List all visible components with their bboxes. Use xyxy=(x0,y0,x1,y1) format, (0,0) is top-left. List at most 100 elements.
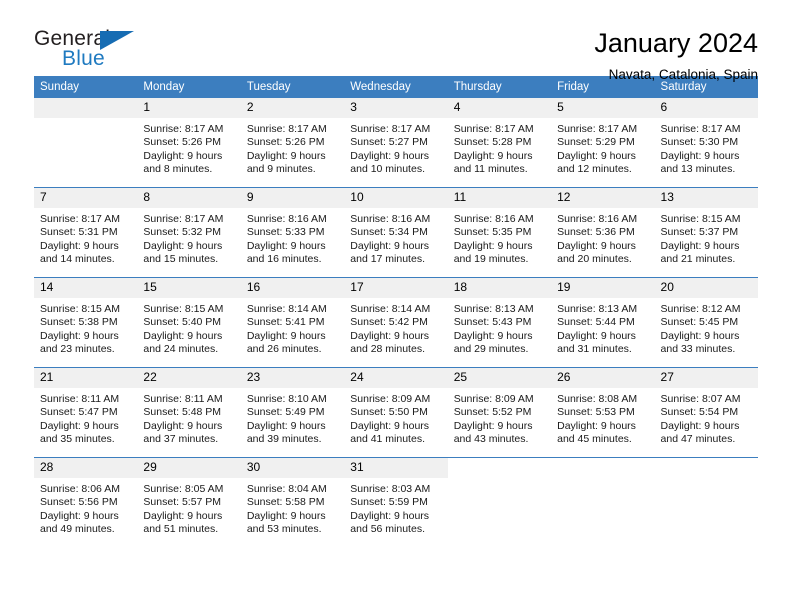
daylight-duration-line1: Daylight: 9 hours xyxy=(557,149,636,162)
daylight-duration-line2: and 53 minutes. xyxy=(246,523,322,536)
day-number: 17 xyxy=(344,278,448,298)
calendar-day-cell[interactable]: 24 Sunrise: 8:09 AM Sunset: 5:50 PM Dayligh… xyxy=(344,367,448,458)
day-number: 23 xyxy=(240,368,345,388)
sunrise-time: Sunrise: 8:06 AM xyxy=(40,483,120,495)
weekday-header-tuesday: Tuesday xyxy=(240,76,345,98)
calendar-day-cell[interactable]: 6 Sunrise: 8:17 AM Sunset: 5:30 PM Daylight… xyxy=(654,98,758,188)
calendar-day-cell[interactable]: 3 Sunrise: 8:17 AM Sunset: 5:27 PM Daylight… xyxy=(344,98,448,188)
daylight-duration-line2: and 10 minutes. xyxy=(350,163,425,176)
calendar-day-cell[interactable]: 14 Sunrise: 8:15 AM Sunset: 5:38 PM Dayligh… xyxy=(34,277,138,368)
day-number: 11 xyxy=(447,188,552,208)
calendar-day-cell[interactable]: 9 Sunrise: 8:16 AM Sunset: 5:33 PM Daylight… xyxy=(240,187,345,278)
day-cell-content: 15 Sunrise: 8:15 AM Sunset: 5:40 PM Dayligh… xyxy=(137,278,241,367)
calendar-day-cell[interactable]: 10 Sunrise: 8:16 AM Sunset: 5:34 PM Dayligh… xyxy=(344,187,448,278)
calendar-day-cell[interactable]: 27 Sunrise: 8:07 AM Sunset: 5:54 PM Dayligh… xyxy=(654,367,758,458)
day-number: 28 xyxy=(34,458,138,478)
day-number: 19 xyxy=(551,278,655,298)
daylight-duration-line2: and 33 minutes. xyxy=(660,343,736,356)
calendar-day-cell[interactable]: 4 Sunrise: 8:17 AM Sunset: 5:28 PM Daylight… xyxy=(447,98,552,188)
daylight-duration-line2: and 29 minutes. xyxy=(453,343,529,356)
calendar-day-cell[interactable]: 13 Sunrise: 8:15 AM Sunset: 5:37 PM Dayligh… xyxy=(654,187,758,278)
day-number: 8 xyxy=(137,188,241,208)
day-cell-content: 5 Sunrise: 8:17 AM Sunset: 5:29 PM Daylight… xyxy=(551,98,655,187)
day-sun-info: Sunrise: 8:17 AM Sunset: 5:27 PM Daylight:… xyxy=(344,118,447,177)
daylight-duration-line1: Daylight: 9 hours xyxy=(246,329,326,342)
day-sun-info: Sunrise: 8:17 AM Sunset: 5:29 PM Daylight:… xyxy=(551,118,654,177)
calendar-day-cell[interactable]: 7 Sunrise: 8:17 AM Sunset: 5:31 PM Daylight… xyxy=(34,187,138,278)
day-number: 24 xyxy=(344,368,448,388)
daylight-duration-line1: Daylight: 9 hours xyxy=(453,329,533,342)
calendar-day-cell[interactable]: 16 Sunrise: 8:14 AM Sunset: 5:41 PM Dayligh… xyxy=(240,277,345,368)
calendar-day-cell[interactable]: 23 Sunrise: 8:10 AM Sunset: 5:49 PM Dayligh… xyxy=(240,367,345,458)
sunrise-time: Sunrise: 8:13 AM xyxy=(453,303,534,315)
sunset-time: Sunset: 5:34 PM xyxy=(350,226,428,239)
calendar-day-cell[interactable]: 2 Sunrise: 8:17 AM Sunset: 5:26 PM Daylight… xyxy=(240,98,345,188)
calendar-day-cell[interactable]: 21 Sunrise: 8:11 AM Sunset: 5:47 PM Dayligh… xyxy=(34,367,138,458)
sunset-time: Sunset: 5:49 PM xyxy=(246,406,325,419)
day-number: 22 xyxy=(137,368,241,388)
calendar-day-cell[interactable]: 19 Sunrise: 8:13 AM Sunset: 5:44 PM Dayligh… xyxy=(551,277,655,368)
day-number: 16 xyxy=(240,278,345,298)
day-number: 20 xyxy=(654,278,758,298)
calendar-day-cell xyxy=(447,457,552,547)
calendar-day-cell[interactable]: 28 Sunrise: 8:06 AM Sunset: 5:56 PM Dayligh… xyxy=(34,457,138,547)
calendar-day-cell[interactable]: 29 Sunrise: 8:05 AM Sunset: 5:57 PM Dayligh… xyxy=(137,457,241,547)
calendar-day-cell[interactable]: 11 Sunrise: 8:16 AM Sunset: 5:35 PM Dayligh… xyxy=(447,187,552,278)
title-block: January 2024 Navata, Catalonia, Spain xyxy=(594,28,758,85)
calendar-day-cell[interactable]: 31 Sunrise: 8:03 AM Sunset: 5:59 PM Dayligh… xyxy=(344,457,448,547)
day-cell-content: 18 Sunrise: 8:13 AM Sunset: 5:43 PM Dayligh… xyxy=(447,278,552,367)
sunrise-time: Sunrise: 8:17 AM xyxy=(660,123,741,135)
calendar-day-cell[interactable]: 15 Sunrise: 8:15 AM Sunset: 5:40 PM Dayligh… xyxy=(137,277,241,368)
day-number: 31 xyxy=(344,458,448,478)
day-cell-content: 31 Sunrise: 8:03 AM Sunset: 5:59 PM Dayligh… xyxy=(344,458,448,547)
daylight-duration-line2: and 31 minutes. xyxy=(557,343,632,356)
daylight-duration-line2: and 56 minutes. xyxy=(350,523,425,536)
day-cell-content: 24 Sunrise: 8:09 AM Sunset: 5:50 PM Dayligh… xyxy=(344,368,448,457)
day-number: 13 xyxy=(654,188,758,208)
daylight-duration-line1: Daylight: 9 hours xyxy=(350,239,430,252)
calendar-day-cell[interactable]: 25 Sunrise: 8:09 AM Sunset: 5:52 PM Dayligh… xyxy=(447,367,552,458)
day-cell-content: 2 Sunrise: 8:17 AM Sunset: 5:26 PM Daylight… xyxy=(240,98,345,187)
calendar-day-cell[interactable]: 12 Sunrise: 8:16 AM Sunset: 5:36 PM Dayligh… xyxy=(551,187,655,278)
sunset-time: Sunset: 5:53 PM xyxy=(557,406,635,419)
day-cell-content xyxy=(551,458,654,547)
day-cell-content: 30 Sunrise: 8:04 AM Sunset: 5:58 PM Dayligh… xyxy=(240,458,345,547)
daylight-duration-line2: and 45 minutes. xyxy=(557,433,632,446)
calendar-day-cell[interactable]: 17 Sunrise: 8:14 AM Sunset: 5:42 PM Dayligh… xyxy=(344,277,448,368)
sunset-time: Sunset: 5:43 PM xyxy=(453,316,532,329)
sunset-time: Sunset: 5:30 PM xyxy=(660,136,739,149)
day-sun-info: Sunrise: 8:16 AM Sunset: 5:35 PM Daylight:… xyxy=(448,208,551,267)
daylight-duration-line1: Daylight: 9 hours xyxy=(660,149,740,162)
weekday-header-monday: Monday xyxy=(137,76,241,98)
daylight-duration-line2: and 21 minutes. xyxy=(660,253,736,266)
calendar-day-cell[interactable]: 30 Sunrise: 8:04 AM Sunset: 5:58 PM Dayligh… xyxy=(240,457,345,547)
daylight-duration-line1: Daylight: 9 hours xyxy=(143,239,223,252)
day-cell-content: 23 Sunrise: 8:10 AM Sunset: 5:49 PM Dayligh… xyxy=(240,368,345,457)
sunrise-time: Sunrise: 8:14 AM xyxy=(246,303,327,315)
sunrise-time: Sunrise: 8:14 AM xyxy=(350,303,431,315)
day-cell-content: 8 Sunrise: 8:17 AM Sunset: 5:32 PM Daylight… xyxy=(137,188,241,277)
day-cell-content xyxy=(655,458,758,547)
calendar-day-cell[interactable]: 20 Sunrise: 8:12 AM Sunset: 5:45 PM Dayligh… xyxy=(654,277,758,368)
day-sun-info: Sunrise: 8:13 AM Sunset: 5:44 PM Daylight:… xyxy=(551,298,654,357)
daylight-duration-line1: Daylight: 9 hours xyxy=(246,149,326,162)
sunrise-time: Sunrise: 8:17 AM xyxy=(350,123,431,135)
day-cell-content: 19 Sunrise: 8:13 AM Sunset: 5:44 PM Dayligh… xyxy=(551,278,655,367)
sunrise-time: Sunrise: 8:03 AM xyxy=(350,483,431,495)
calendar-day-cell[interactable]: 1 Sunrise: 8:17 AM Sunset: 5:26 PM Daylight… xyxy=(137,98,241,188)
daylight-duration-line1: Daylight: 9 hours xyxy=(246,419,326,432)
sunset-time: Sunset: 5:56 PM xyxy=(40,496,118,509)
day-number: 12 xyxy=(551,188,655,208)
daylight-duration-line2: and 37 minutes. xyxy=(143,433,219,446)
calendar-day-cell[interactable]: 18 Sunrise: 8:13 AM Sunset: 5:43 PM Dayligh… xyxy=(447,277,552,368)
sunset-time: Sunset: 5:38 PM xyxy=(40,316,118,329)
day-cell-content: 1 Sunrise: 8:17 AM Sunset: 5:26 PM Daylight… xyxy=(137,98,241,187)
calendar-day-cell[interactable]: 5 Sunrise: 8:17 AM Sunset: 5:29 PM Daylight… xyxy=(551,98,655,188)
sunset-time: Sunset: 5:35 PM xyxy=(453,226,532,239)
day-cell-content: 13 Sunrise: 8:15 AM Sunset: 5:37 PM Dayligh… xyxy=(654,188,758,277)
daylight-duration-line1: Daylight: 9 hours xyxy=(246,239,326,252)
calendar-day-cell[interactable]: 22 Sunrise: 8:11 AM Sunset: 5:48 PM Dayligh… xyxy=(137,367,241,458)
calendar-day-cell[interactable]: 8 Sunrise: 8:17 AM Sunset: 5:32 PM Daylight… xyxy=(137,187,241,278)
calendar-day-cell[interactable]: 26 Sunrise: 8:08 AM Sunset: 5:53 PM Dayligh… xyxy=(551,367,655,458)
sunrise-time: Sunrise: 8:07 AM xyxy=(660,393,741,405)
